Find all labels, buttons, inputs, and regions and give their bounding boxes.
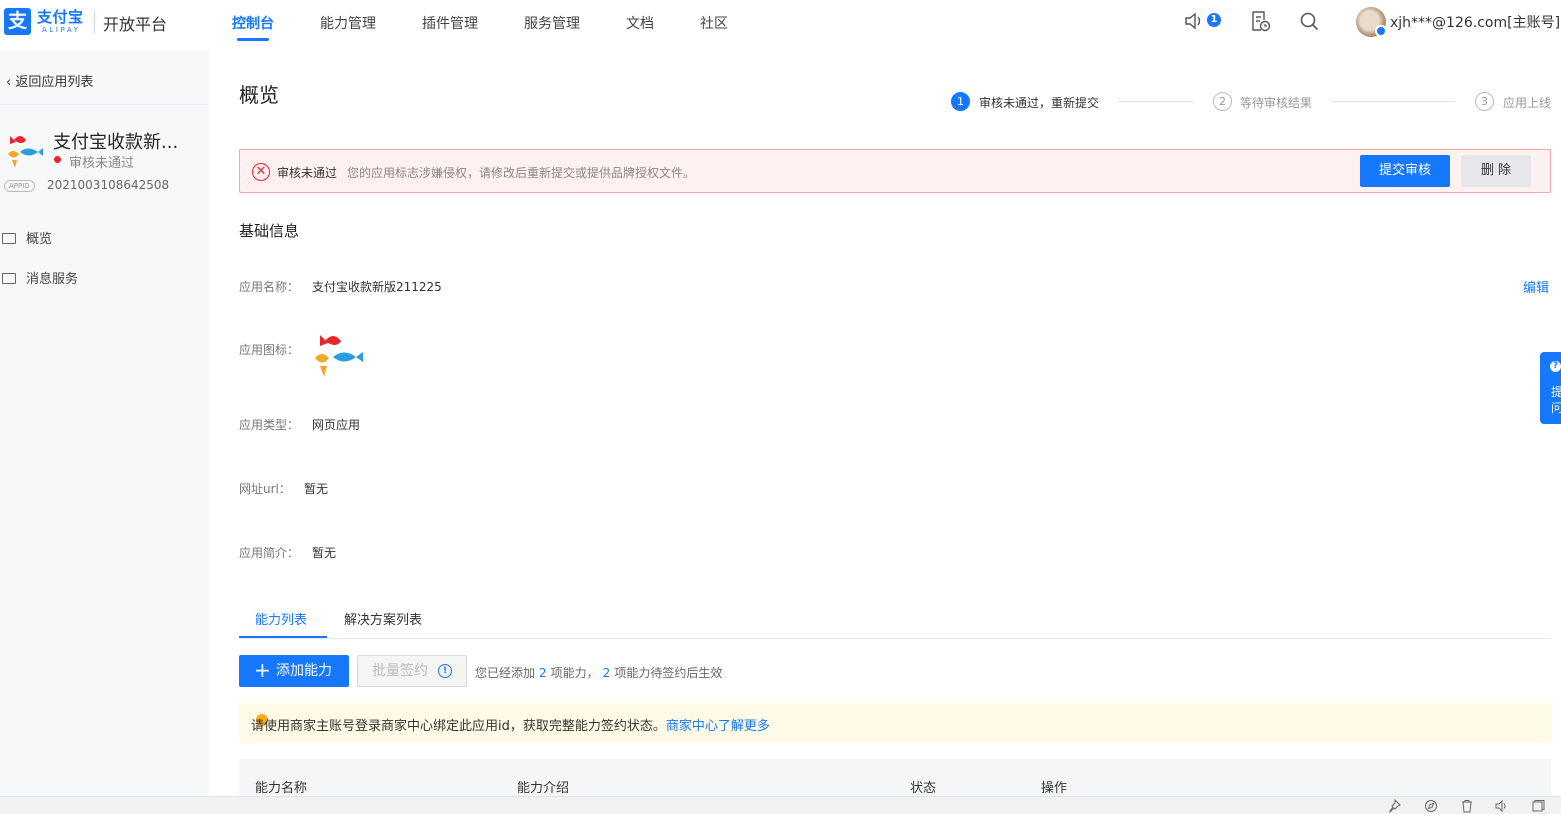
appid-tag: APPID	[4, 180, 35, 192]
nav-capability-management[interactable]: 能力管理	[320, 13, 376, 33]
delete-button[interactable]: 删 除	[1461, 155, 1531, 187]
basic-info-title: 基础信息	[239, 222, 300, 240]
sidebar-item-label: 概览	[26, 232, 53, 247]
sidebar-divider	[0, 104, 209, 105]
url-value: 暂无	[304, 482, 329, 496]
chevron-left-icon: ‹	[6, 75, 16, 90]
nav-console[interactable]: 控制台	[232, 13, 274, 33]
app-logo-fish-icon	[8, 136, 43, 168]
avatar-status-icon	[1375, 25, 1387, 37]
step-3-circle: 3	[1475, 92, 1494, 111]
account-name[interactable]: xjh***@126.com[主账号]	[1390, 12, 1560, 32]
error-circle-icon: ✕	[252, 163, 270, 181]
app-name-label: 应用名称：	[239, 280, 300, 294]
summary-text: 您已经添加	[475, 666, 536, 680]
step-2-label: 等待审核结果	[1240, 96, 1313, 110]
pin-icon[interactable]	[1387, 799, 1401, 813]
alert-title: 审核未通过	[277, 166, 338, 180]
sidebar-item-message-service[interactable]: 消息服务	[2, 268, 78, 287]
floating-help-button[interactable]: ? 提 问	[1540, 352, 1561, 424]
batch-sign-button: 批量签约 !	[357, 655, 467, 687]
step-3-label: 应用上线	[1503, 96, 1552, 110]
add-capability-label: 添加能力	[276, 663, 332, 679]
app-icon-label: 应用图标：	[239, 343, 300, 357]
review-failed-alert: ✕ 审核未通过 您的应用标志涉嫌侵权，请修改后重新提交或提供品牌授权文件。 提交…	[239, 149, 1551, 193]
step-1-circle: 1	[951, 92, 970, 111]
notice-message: 请使用商家主账号登录商家中心绑定此应用id，获取完整能力签约状态。	[251, 719, 666, 734]
platform-title[interactable]: 开放平台	[103, 11, 167, 35]
app-name: 支付宝收款新...	[53, 132, 179, 153]
added-count: 2	[539, 666, 547, 680]
app-status: 审核未通过	[69, 156, 135, 171]
top-navigation-bar: 支 支付宝 ALIPAY 开放平台 控制台 能力管理 插件管理 服务管理 文档 …	[0, 0, 1561, 44]
alipay-logo-icon[interactable]: 支	[4, 8, 31, 35]
help-text: 问	[1551, 401, 1561, 415]
tab-active-indicator	[239, 636, 327, 638]
merchant-center-link[interactable]: 商家中心了解更多	[666, 719, 770, 734]
summary-text: 项能力，	[550, 666, 599, 680]
app-type-label: 应用类型：	[239, 418, 300, 432]
notice-text: 请使用商家主账号登录商家中心绑定此应用id，获取完整能力签约状态。商家中心了解更…	[251, 715, 770, 734]
nav-docs[interactable]: 文档	[626, 13, 654, 33]
search-icon[interactable]	[1298, 10, 1320, 32]
step-2-circle: 2	[1213, 92, 1232, 111]
appid-value: 2021003108642508	[47, 178, 170, 192]
column-header: 状态	[910, 781, 937, 796]
url-label: 网址url：	[239, 482, 291, 496]
plus-icon: +	[254, 658, 271, 682]
nav-plugin-management[interactable]: 插件管理	[422, 13, 478, 33]
summary-text: 项能力待签约后生效	[614, 666, 723, 680]
step-connector	[1118, 101, 1193, 102]
alipay-logo-text: 支付宝	[37, 8, 84, 26]
capability-table-header: 能力名称 能力介绍 状态 操作	[239, 759, 1551, 799]
batch-sign-label: 批量签约	[372, 663, 428, 679]
merchant-center-notice: 请使用商家主账号登录商家中心绑定此应用id，获取完整能力签约状态。商家中心了解更…	[239, 703, 1551, 743]
added-capability-summary: 您已经添加 2 项能力， 2 项能力待签约后生效	[475, 664, 722, 681]
submit-review-button[interactable]: 提交审核	[1360, 155, 1450, 187]
compass-icon[interactable]	[1424, 799, 1438, 813]
step-1-label: 审核未通过，重新提交	[979, 96, 1100, 110]
speaker-icon[interactable]	[1183, 10, 1205, 32]
logo-divider	[94, 10, 95, 34]
edit-link[interactable]: 编辑	[1523, 277, 1549, 296]
nav-service-management[interactable]: 服务管理	[524, 13, 580, 33]
app-type-value: 网页应用	[312, 418, 361, 432]
add-capability-button[interactable]: + 添加能力	[239, 655, 349, 687]
alert-message: 您的应用标志涉嫌侵权，请修改后重新提交或提供品牌授权文件。	[347, 166, 696, 180]
app-intro-label: 应用简介：	[239, 546, 300, 560]
monitor-icon	[2, 273, 16, 284]
document-clock-icon[interactable]	[1249, 10, 1271, 32]
nav-community[interactable]: 社区	[700, 13, 728, 33]
bottom-toolbar	[0, 796, 1561, 814]
app-name-value: 支付宝收款新版211225	[312, 280, 442, 294]
sidebar: ‹ 返回应用列表 支付宝收款新... 审核未通过 APPID 202100310…	[0, 51, 209, 796]
column-header: 操作	[1041, 781, 1068, 796]
tab-capability-list[interactable]: 能力列表	[255, 609, 307, 628]
tab-divider	[239, 638, 1551, 639]
sidebar-item-overview[interactable]: 概览	[2, 228, 52, 247]
back-to-app-list-link[interactable]: ‹ 返回应用列表	[6, 71, 93, 90]
column-header: 能力名称	[255, 781, 308, 796]
sidebar-item-label: 消息服务	[26, 272, 79, 287]
volume-icon[interactable]	[1494, 799, 1508, 813]
nav-active-indicator	[237, 38, 269, 41]
status-dot-icon	[54, 156, 61, 163]
question-icon: ?	[1550, 361, 1561, 372]
alipay-logo-en: ALIPAY	[42, 26, 81, 34]
notification-badge[interactable]: 1	[1207, 13, 1221, 27]
step-connector	[1333, 101, 1455, 102]
tab-solution-list[interactable]: 解决方案列表	[344, 609, 422, 628]
app-intro-value: 暂无	[312, 546, 337, 560]
chart-monitor-icon	[2, 233, 16, 244]
app-icon-fish-icon	[315, 335, 363, 377]
trash-icon[interactable]	[1460, 799, 1474, 813]
back-link-label: 返回应用列表	[15, 75, 94, 90]
info-icon[interactable]: !	[438, 664, 452, 678]
window-icon[interactable]	[1531, 799, 1545, 813]
page-title: 概览	[239, 83, 279, 107]
help-text: 提	[1551, 385, 1561, 399]
column-header: 能力介绍	[517, 781, 570, 796]
pending-count: 2	[602, 666, 611, 680]
